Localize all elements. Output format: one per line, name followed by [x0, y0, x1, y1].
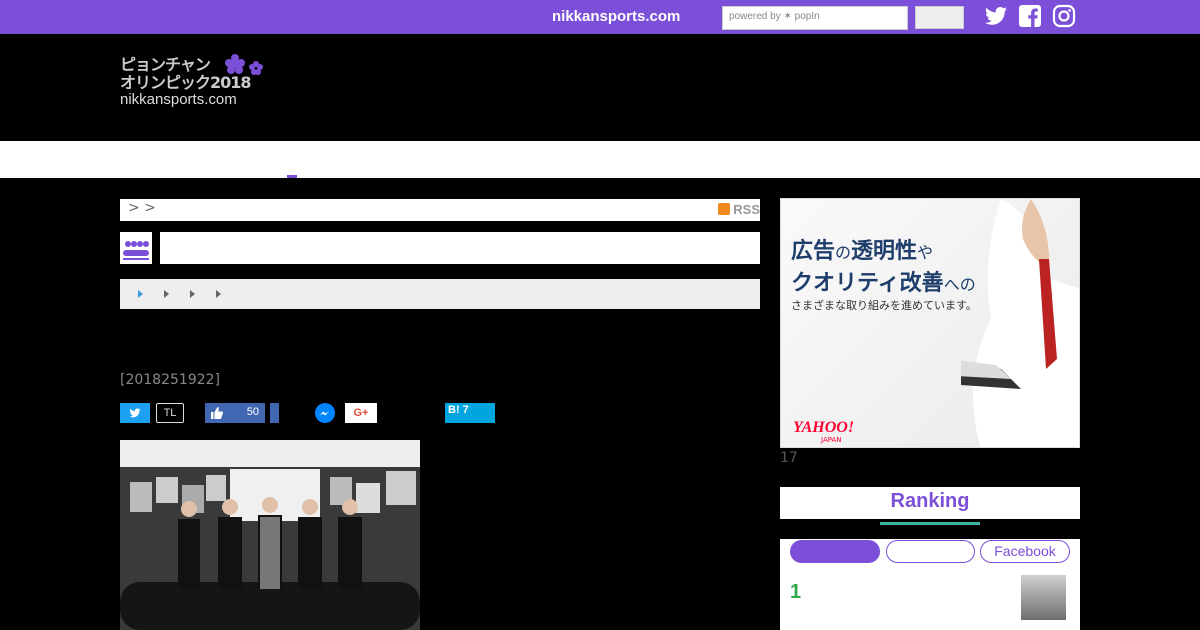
- twitter-share-button[interactable]: [120, 403, 150, 423]
- article-title-box: [160, 232, 760, 264]
- ad-count: 17: [780, 450, 798, 466]
- ranking-title: Ranking: [890, 490, 970, 512]
- press-conference-photo: [120, 467, 420, 630]
- top-bar: nikkansports.com powered by ✶ popIn: [0, 0, 1200, 34]
- category-navbar: [0, 141, 1200, 178]
- ranking-thumbnail-1[interactable]: [1021, 575, 1066, 620]
- sub-tabs-bar: [120, 279, 760, 309]
- sub-tab-4[interactable]: [216, 290, 221, 298]
- logo-line-3: nikkansports.com: [120, 91, 237, 108]
- facebook-like-button[interactable]: 50: [205, 403, 265, 423]
- bobsleigh-sport-icon: [120, 232, 152, 264]
- olympics-logo[interactable]: ピョンチャン オリンピック2018 nikkansports.com: [120, 54, 270, 116]
- like-count: 50: [246, 406, 259, 418]
- facebook-icon[interactable]: [1018, 4, 1042, 28]
- article-photo[interactable]: [120, 440, 420, 630]
- search-input[interactable]: powered by ✶ popIn: [722, 6, 908, 30]
- messenger-share-button[interactable]: [315, 403, 335, 423]
- snowflake-flower-icon: [225, 54, 263, 75]
- hatena-bookmark-button[interactable]: B! 7: [445, 403, 495, 423]
- photo-image: [120, 467, 420, 630]
- ranking-underline: [880, 522, 980, 525]
- rss-label: RSS: [733, 202, 760, 217]
- timeline-button[interactable]: TL: [156, 403, 184, 423]
- ad-businessman-image: [961, 199, 1079, 447]
- twitter-bird-icon: [129, 408, 141, 418]
- sub-tab-1[interactable]: [138, 290, 143, 298]
- ranking-tab-1[interactable]: [790, 540, 880, 563]
- yahoo-japan-logo: YAHOO!: [793, 419, 855, 436]
- messenger-icon: [319, 411, 329, 416]
- search-button[interactable]: [915, 6, 964, 29]
- breadcrumb: > > RSS: [120, 199, 760, 221]
- bobsleigh-icon: [123, 241, 149, 260]
- rss-icon: [718, 203, 731, 215]
- ad-headline-2: クオリティ改善への: [791, 271, 976, 296]
- ranking-number-1: 1: [790, 581, 802, 603]
- google-plus-share-button[interactable]: G+: [345, 403, 377, 423]
- sub-tab-3[interactable]: [190, 290, 195, 298]
- twitter-icon[interactable]: [984, 4, 1008, 28]
- yahoo-japan-sub: JAPAN: [821, 436, 842, 444]
- nav-active-marker: [287, 175, 297, 178]
- instagram-icon[interactable]: [1052, 4, 1076, 28]
- ranking-tab-facebook[interactable]: Facebook: [980, 540, 1070, 563]
- facebook-share-button[interactable]: [270, 403, 279, 423]
- thumbs-up-icon: [211, 407, 224, 419]
- yahoo-ad-banner[interactable]: 広告の透明性や クオリティ改善への さまざまな取り組みを進めています。 YAHO…: [780, 198, 1080, 448]
- breadcrumb-text[interactable]: > >: [128, 200, 156, 216]
- site-name-link[interactable]: nikkansports.com: [552, 8, 680, 25]
- ad-subline: さまざまな取り組みを進めています。: [791, 299, 977, 312]
- ad-headline-1: 広告の透明性や: [791, 239, 934, 264]
- sub-tab-2[interactable]: [164, 290, 169, 298]
- ranking-tab-2[interactable]: [886, 540, 975, 563]
- rss-link[interactable]: RSS: [718, 202, 760, 217]
- ranking-header: Ranking: [780, 487, 1080, 525]
- article-date: [2018251922]: [120, 372, 220, 388]
- ranking-list: Facebook 1: [780, 539, 1080, 630]
